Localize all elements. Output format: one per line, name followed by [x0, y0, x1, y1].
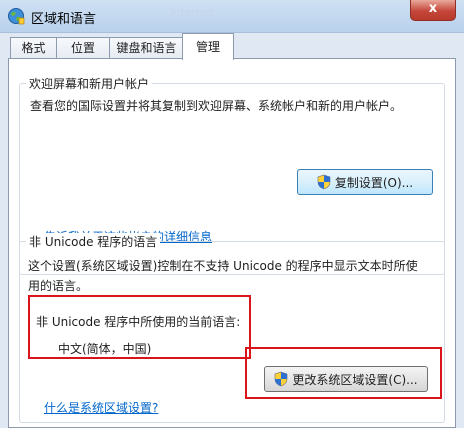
current-language-highlight-box — [28, 295, 251, 359]
close-button[interactable]: x — [410, 0, 456, 21]
tab-keyboards-languages[interactable]: 键盘和语言 — [109, 37, 184, 59]
copy-settings-button[interactable]: 复制设置(O)... — [297, 169, 433, 195]
tab-bar: 格式 位置 键盘和语言 管理 — [10, 33, 454, 60]
close-icon: x — [428, 1, 438, 16]
non-unicode-description-line1: 这个设置(系统区域设置)控制在不支持 Unicode 的程序中显示文本时所使 — [28, 259, 418, 273]
tab-location[interactable]: 位置 — [56, 37, 110, 59]
welcome-description: 查看您的国际设置并将其复制到欢迎屏幕、系统帐户和新的用户帐户。 — [30, 99, 403, 113]
welcome-group-title: 欢迎屏幕和新用户帐户 — [26, 75, 153, 92]
window-title: 区域和语言 — [31, 12, 97, 27]
globe-icon — [8, 8, 25, 25]
non-unicode-group-title: 非 Unicode 程序的语言 — [26, 233, 161, 250]
what-is-system-locale-link[interactable]: 什么是系统区域设置? — [44, 399, 158, 416]
background-window-text: Internet — [170, 6, 214, 19]
non-unicode-description-line2: 用的语言。 — [28, 279, 89, 293]
title-bar: 区域和语言 Internet x — [0, 0, 464, 33]
tab-administrative[interactable]: 管理 — [182, 33, 234, 60]
copy-settings-label: 复制设置(O)... — [334, 175, 414, 190]
uac-shield-icon — [317, 174, 331, 190]
tab-formats[interactable]: 格式 — [10, 37, 57, 59]
change-locale-highlight-box — [245, 347, 442, 399]
